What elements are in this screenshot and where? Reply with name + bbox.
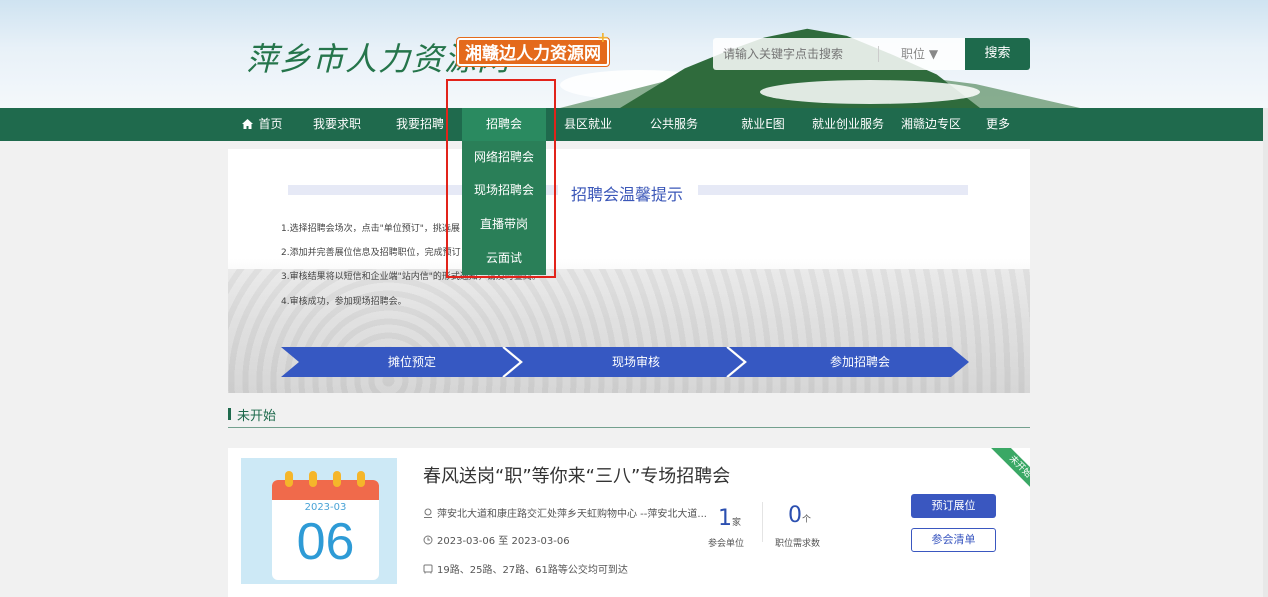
section-title-not-started: 未开始 <box>237 409 277 424</box>
location-icon <box>424 508 432 518</box>
nav-item-public-service[interactable]: 公共服务 <box>646 108 702 141</box>
jobs-count-unit: 个 <box>802 515 812 525</box>
flow-step-attend-fair: 参加招聘会 <box>829 355 890 369</box>
units-count-value: 1 <box>718 506 732 531</box>
nav-item-home[interactable]: 首页 <box>240 108 285 141</box>
nav-item-label: 首页 <box>258 117 283 131</box>
tip-step-1: 1.选择招聘会场次，点击"单位预订"，挑选展 <box>281 224 460 234</box>
section-marker <box>228 408 231 420</box>
fair-date: 2023-03-06 至 2023-03-06 <box>423 532 570 547</box>
attendee-list-button[interactable]: 参会清单 <box>911 528 996 552</box>
fair-transport: 19路、25路、27路、61路等公交均可到达 <box>423 561 628 576</box>
book-booth-button[interactable]: 预订展位 <box>911 494 996 518</box>
cloud <box>760 80 980 104</box>
fair-title[interactable]: 春风送岗“职”等你来“三八”专场招聘会 <box>423 462 730 488</box>
clock-icon <box>423 535 433 545</box>
calendar-graphic: 2023-03 06 <box>241 458 397 584</box>
job-fair-card[interactable]: 2023-03 06 春风送岗“职”等你来“三八”专场招聘会 萍安北大道和康庄路… <box>228 448 1030 597</box>
units-count: 1家 <box>718 506 741 531</box>
calendar-ring <box>285 471 293 487</box>
home-icon <box>242 119 254 129</box>
main-nav: 首页 我要求职 我要招聘 招聘会 县区就业 公共服务 就业E图 就业创业服务 湘… <box>0 108 1268 141</box>
bus-icon <box>423 564 433 574</box>
title-decoration-right <box>698 185 968 195</box>
fair-date-text: 2023-03-06 至 2023-03-06 <box>437 536 570 547</box>
tips-title: 招聘会温馨提示 <box>571 185 684 204</box>
fair-address: 萍安北大道和康庄路交汇处萍乡天虹购物中心 --萍安北大道... <box>423 505 707 520</box>
xianggan-logo-badge[interactable]: 湘赣边人力资源网 <box>457 38 609 66</box>
section-divider <box>228 427 1030 428</box>
logo-plus-icon: + <box>597 30 609 46</box>
nav-item-employment-map[interactable]: 就业E图 <box>736 108 790 141</box>
status-ribbon: 未开始 <box>988 448 1030 490</box>
highlight-annotation-box <box>446 79 556 278</box>
tip-step-4: 4.审核成功，参加现场招聘会。 <box>281 297 407 307</box>
search-box: 职位 ▼ <box>713 38 965 70</box>
search-category-select[interactable]: 职位 ▼ <box>901 38 938 70</box>
job-fair-tips-banner: 招聘会温馨提示 1.选择招聘会场次，点击"单位预订"，挑选展 2.添加并完善展位… <box>228 149 1030 393</box>
tip-step-2: 2.添加并完善展位信息及招聘职位，完成预订 <box>281 248 461 258</box>
page-scrollbar[interactable] <box>1263 108 1268 597</box>
fair-transport-text: 19路、25路、27路、61路等公交均可到达 <box>437 565 628 576</box>
nav-item-xianggan-zone[interactable]: 湘赣边专区 <box>898 108 964 141</box>
search-button[interactable]: 搜索 <box>965 38 1030 70</box>
nav-item-county-employment[interactable]: 县区就业 <box>560 108 616 141</box>
units-count-unit: 家 <box>732 518 742 528</box>
calendar-ring <box>333 471 341 487</box>
nav-item-entrepreneurship[interactable]: 就业创业服务 <box>808 108 888 141</box>
fair-address-text: 萍安北大道和康庄路交汇处萍乡天虹购物中心 --萍安北大道... <box>437 509 707 520</box>
stat-divider <box>762 502 763 542</box>
calendar-day: 06 <box>296 513 355 571</box>
jobs-label: 职位需求数 <box>775 539 821 549</box>
nav-item-recruiting[interactable]: 我要招聘 <box>392 108 448 141</box>
search-input[interactable] <box>723 38 873 70</box>
calendar-ring <box>357 471 365 487</box>
flow-step-onsite-review: 现场审核 <box>611 355 660 369</box>
flow-step-booth-booking: 摊位预定 <box>387 355 436 369</box>
search-divider <box>878 46 879 62</box>
nav-item-more[interactable]: 更多 <box>982 108 1014 141</box>
status-ribbon-label: 未开始 <box>989 448 1030 490</box>
jobs-count-value: 0 <box>788 503 802 528</box>
site-header: 萍乡市人力资源网 湘赣边人力资源网 + 职位 ▼ 搜索 <box>0 0 1268 108</box>
nav-item-job-seeking[interactable]: 我要求职 <box>308 108 366 141</box>
jobs-count: 0个 <box>788 503 811 528</box>
units-label: 参会单位 <box>708 539 745 549</box>
calendar-ring <box>309 471 317 487</box>
